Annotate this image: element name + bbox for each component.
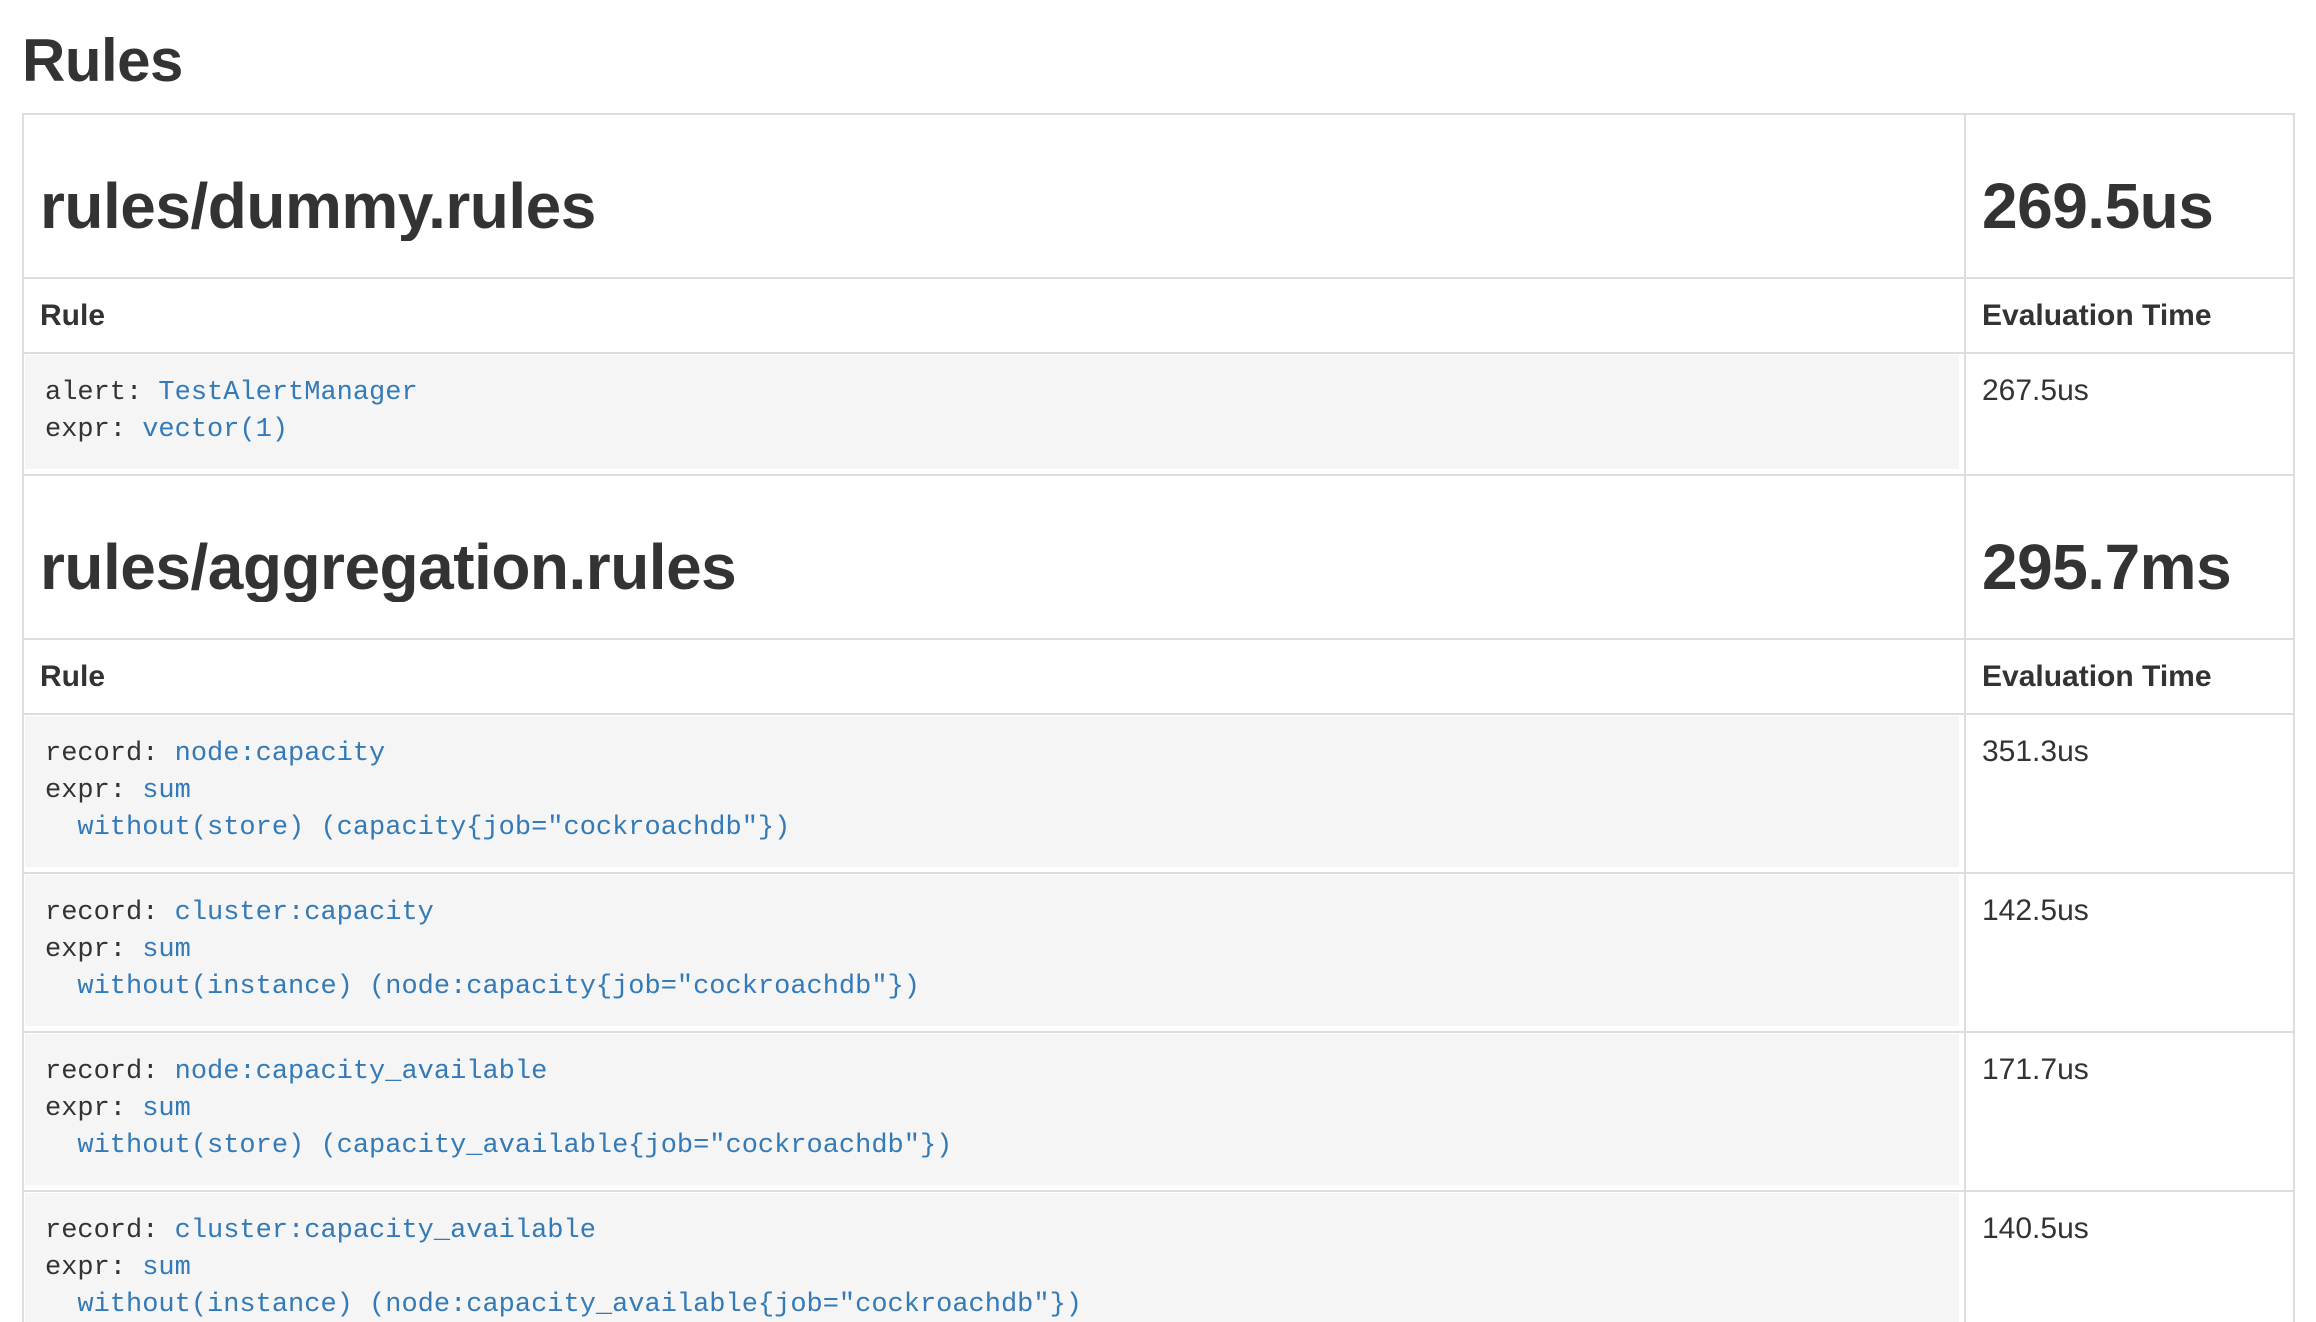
rule-eval-time: 267.5us [1965, 353, 2294, 475]
column-labels-row: RuleEvaluation Time [23, 278, 2294, 353]
eval-time-column-header: Evaluation Time [1965, 639, 2294, 714]
rules-table: rules/dummy.rules269.5usRuleEvaluation T… [22, 113, 2295, 1322]
rules-page: Rules rules/dummy.rules269.5usRuleEvalua… [0, 26, 2316, 1322]
rule-eval-time: 140.5us [1965, 1191, 2294, 1322]
rule-row: alert: TestAlertManager expr: vector(1)2… [23, 353, 2294, 475]
rule-definition: record: cluster:capacity_available expr:… [25, 1193, 1959, 1322]
rule-group-title: rules/aggregation.rules [40, 532, 1948, 602]
rule-row: record: cluster:capacity expr: sum witho… [23, 873, 2294, 1032]
rule-code-text: expr: [45, 935, 142, 965]
rule-expr-link[interactable]: without(instance) (node:capacity{job="co… [77, 972, 920, 1002]
rule-column-header: Rule [23, 278, 1965, 353]
rule-cell: alert: TestAlertManager expr: vector(1) [23, 353, 1965, 475]
rule-expr-link[interactable]: TestAlertManager [158, 378, 417, 408]
rule-cell: record: node:capacity expr: sum without(… [23, 714, 1965, 873]
rule-group-eval-time: 269.5us [1982, 171, 2277, 241]
rule-expr-link[interactable]: sum [142, 1094, 191, 1124]
rule-cell: record: cluster:capacity_available expr:… [23, 1191, 1965, 1322]
rule-code-text: expr: [45, 1094, 142, 1124]
rule-code-text: record: [45, 1216, 175, 1246]
rule-code-text: record: [45, 739, 175, 769]
rule-code-text: alert: [45, 378, 158, 408]
rule-group-eval-cell: 269.5us [1965, 114, 2294, 278]
rule-row: record: node:capacity_available expr: su… [23, 1032, 2294, 1191]
rule-code-text [45, 813, 77, 843]
rules-table-body: rules/dummy.rules269.5usRuleEvaluation T… [23, 114, 2294, 1322]
rule-column-header: Rule [23, 639, 1965, 714]
rule-expr-link[interactable]: node:capacity_available [175, 1057, 548, 1087]
rule-group-eval-cell: 295.7ms [1965, 475, 2294, 639]
column-labels-row: RuleEvaluation Time [23, 639, 2294, 714]
rule-row: record: cluster:capacity_available expr:… [23, 1191, 2294, 1322]
rule-cell: record: cluster:capacity expr: sum witho… [23, 873, 1965, 1032]
rule-expr-link[interactable]: without(store) (capacity_available{job="… [77, 1131, 952, 1161]
rule-expr-link[interactable]: sum [142, 1253, 191, 1283]
rule-expr-link[interactable]: cluster:capacity [175, 898, 434, 928]
rule-code-text: record: [45, 1057, 175, 1087]
rule-code-text [45, 1290, 77, 1320]
rule-definition: record: node:capacity_available expr: su… [25, 1034, 1959, 1185]
rule-group-title: rules/dummy.rules [40, 171, 1948, 241]
rule-eval-time: 142.5us [1965, 873, 2294, 1032]
rule-definition: record: node:capacity expr: sum without(… [25, 716, 1959, 867]
rule-group-eval-time: 295.7ms [1982, 532, 2277, 602]
rule-eval-time: 171.7us [1965, 1032, 2294, 1191]
rule-definition: record: cluster:capacity expr: sum witho… [25, 875, 1959, 1026]
rule-code-text [45, 1131, 77, 1161]
rule-code-text: expr: [45, 776, 142, 806]
rule-expr-link[interactable]: vector(1) [142, 415, 288, 445]
rule-group-header-row: rules/dummy.rules 269.5us [23, 114, 2294, 278]
rule-group-header-row: rules/aggregation.rules 295.7ms [23, 475, 2294, 639]
rule-code-text: expr: [45, 415, 142, 445]
rule-cell: record: node:capacity_available expr: su… [23, 1032, 1965, 1191]
rule-expr-link[interactable]: sum [142, 935, 191, 965]
rule-code-text: expr: [45, 1253, 142, 1283]
rule-expr-link[interactable]: sum [142, 776, 191, 806]
rule-expr-link[interactable]: without(store) (capacity{job="cockroachd… [77, 813, 790, 843]
rule-group-file-cell: rules/aggregation.rules [23, 475, 1965, 639]
page-title: Rules [22, 26, 2293, 95]
eval-time-column-header: Evaluation Time [1965, 278, 2294, 353]
rule-group-file-cell: rules/dummy.rules [23, 114, 1965, 278]
rule-code-text: record: [45, 898, 175, 928]
rule-definition: alert: TestAlertManager expr: vector(1) [25, 355, 1959, 469]
rule-expr-link[interactable]: without(instance) (node:capacity_availab… [77, 1290, 1082, 1320]
rule-expr-link[interactable]: node:capacity [175, 739, 386, 769]
rule-eval-time: 351.3us [1965, 714, 2294, 873]
rule-row: record: node:capacity expr: sum without(… [23, 714, 2294, 873]
rule-expr-link[interactable]: cluster:capacity_available [175, 1216, 596, 1246]
rule-code-text [45, 972, 77, 1002]
